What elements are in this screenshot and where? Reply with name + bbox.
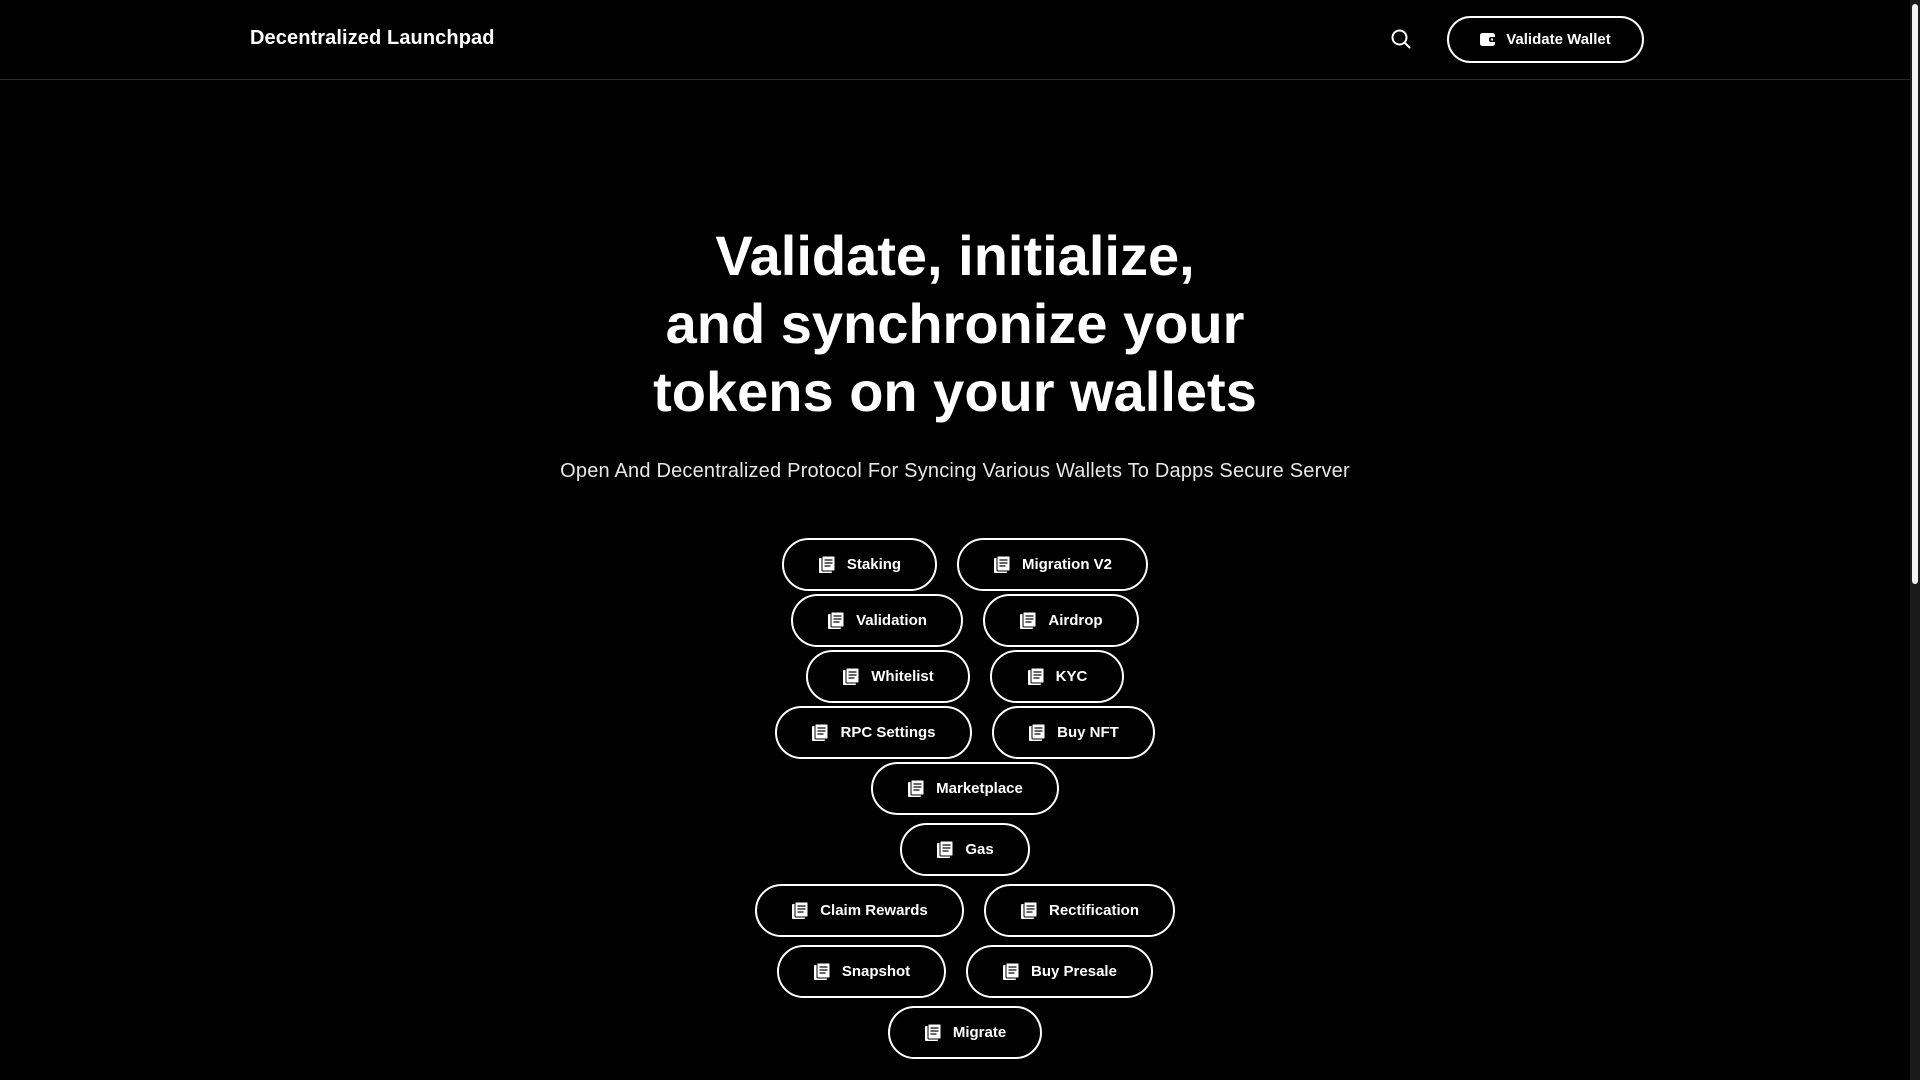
action-label: KYC: [1055, 668, 1088, 685]
brand-title[interactable]: Decentralized Launchpad: [250, 27, 495, 50]
kyc-button[interactable]: KYC: [990, 650, 1124, 703]
action-label: Migrate: [952, 1024, 1007, 1041]
document-icon: [1027, 667, 1046, 686]
buy-nft-button[interactable]: Buy NFT: [992, 706, 1155, 759]
airdrop-button[interactable]: Airdrop: [983, 594, 1139, 647]
hero-title-line: tokens on your wallets: [653, 360, 1257, 423]
rpc-settings-button[interactable]: RPC Settings: [775, 706, 972, 759]
scrollbar-thumb[interactable]: [1912, 4, 1918, 584]
gas-button[interactable]: Gas: [900, 823, 1030, 876]
wallet-icon: [1480, 32, 1498, 47]
action-label: Whitelist: [871, 668, 934, 685]
action-label: Rectification: [1048, 902, 1139, 919]
action-label: Buy Presale: [1031, 963, 1117, 980]
hero-subtitle: Open And Decentralized Protocol For Sync…: [560, 460, 1350, 482]
snapshot-button[interactable]: Snapshot: [777, 945, 946, 998]
document-icon: [818, 555, 837, 574]
action-label: Gas: [965, 841, 994, 858]
validation-button[interactable]: Validation: [791, 594, 963, 647]
hero-title-line: Validate, initialize,: [715, 224, 1195, 287]
document-icon: [1002, 962, 1021, 981]
document-icon: [924, 1023, 943, 1042]
migration-v2-button[interactable]: Migration V2: [957, 538, 1148, 591]
validate-wallet-label: Validate Wallet: [1506, 31, 1611, 48]
action-label: Airdrop: [1048, 612, 1103, 629]
action-label: Migration V2: [1021, 556, 1112, 573]
action-label: Snapshot: [841, 963, 911, 980]
document-icon: [811, 723, 830, 742]
document-icon: [842, 667, 861, 686]
hero-title-line: and synchronize your: [665, 292, 1245, 355]
action-label: RPC Settings: [840, 724, 936, 741]
hero-title: Validate, initialize, and synchronize yo…: [0, 222, 1910, 426]
top-navbar: Decentralized Launchpad Validate Wallet: [0, 0, 1910, 80]
migrate-button[interactable]: Migrate: [888, 1006, 1042, 1059]
document-icon: [791, 901, 810, 920]
action-label: Buy NFT: [1057, 724, 1119, 741]
document-icon: [907, 779, 926, 798]
action-label: Staking: [846, 556, 902, 573]
rectification-button[interactable]: Rectification: [984, 884, 1175, 937]
page-scrollbar[interactable]: [1910, 0, 1920, 1080]
claim-rewards-button[interactable]: Claim Rewards: [755, 884, 964, 937]
search-icon[interactable]: [1390, 28, 1412, 50]
buy-presale-button[interactable]: Buy Presale: [966, 945, 1153, 998]
document-icon: [936, 840, 955, 859]
document-icon: [1020, 901, 1039, 920]
document-icon: [813, 962, 832, 981]
document-icon: [827, 611, 846, 630]
document-icon: [1019, 611, 1038, 630]
action-label: Marketplace: [936, 780, 1023, 797]
page: Decentralized Launchpad Validate Wallet: [0, 0, 1910, 1080]
validate-wallet-button[interactable]: Validate Wallet: [1447, 16, 1644, 63]
marketplace-button[interactable]: Marketplace: [871, 762, 1059, 815]
document-icon: [993, 555, 1012, 574]
whitelist-button[interactable]: Whitelist: [806, 650, 970, 703]
viewport: Decentralized Launchpad Validate Wallet: [0, 0, 1920, 1080]
action-label: Validation: [856, 612, 927, 629]
document-icon: [1028, 723, 1047, 742]
action-label: Claim Rewards: [820, 902, 928, 919]
staking-button[interactable]: Staking: [782, 538, 937, 591]
